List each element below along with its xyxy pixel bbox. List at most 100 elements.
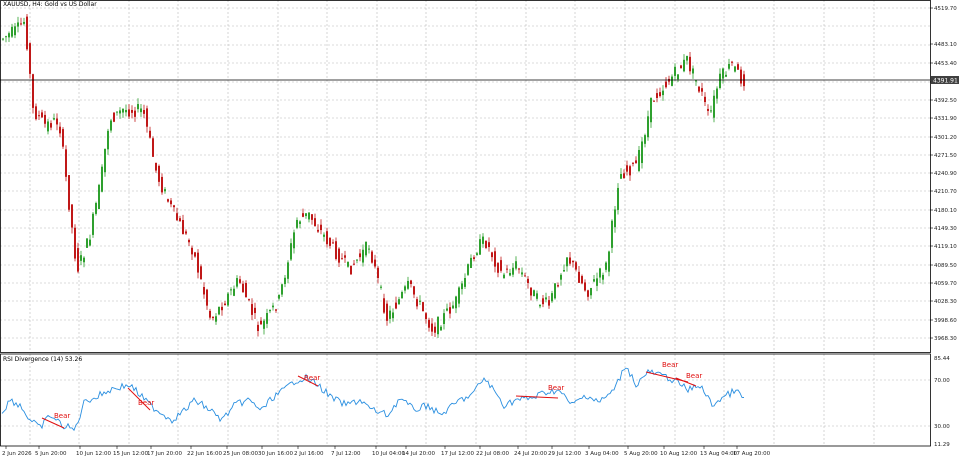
candle-body (581, 276, 583, 284)
candle-body (584, 282, 586, 291)
rsi-axis-label: 85.44 (934, 356, 950, 362)
candle-body (305, 213, 307, 217)
candle-body (470, 257, 472, 269)
candle-body (56, 118, 58, 125)
candle-body (113, 112, 115, 122)
candle-body (467, 264, 469, 275)
candle-body (701, 88, 703, 92)
candle-body (185, 231, 187, 234)
candle-body (122, 108, 124, 113)
candle-body (362, 249, 364, 263)
candle-body (140, 108, 142, 113)
time-axis-label: 10 Aug 12:00 (660, 451, 698, 457)
candle-body (230, 289, 232, 291)
candle-body (227, 293, 229, 306)
price-axis-label: 4089.50 (934, 263, 957, 269)
candle-body (542, 298, 544, 305)
candle-body (740, 69, 742, 84)
chart-title: XAUUSD, H4: Gold vs US Dollar (3, 1, 97, 8)
candle-body (200, 266, 202, 280)
price-axis-label: 4240.90 (934, 171, 957, 177)
candle-body (83, 257, 85, 263)
candle-body (539, 304, 541, 307)
candle-body (314, 218, 316, 227)
candle-body (170, 200, 172, 205)
candle-body (338, 248, 340, 263)
candle-body (224, 303, 226, 306)
time-axis-label: 29 Jul 12:00 (548, 451, 581, 457)
candle-body (68, 175, 70, 210)
candle-body (293, 232, 295, 249)
price-axis-label: 4453.40 (934, 61, 957, 67)
candle-body (80, 255, 82, 261)
divergence-bear-label: Bear (54, 412, 70, 420)
time-axis-label: 22 Jul 08:00 (476, 451, 509, 457)
candle-body (734, 66, 736, 72)
candle-body (344, 255, 346, 258)
candle-body (245, 283, 247, 298)
candle-body (350, 265, 352, 275)
candle-body (554, 283, 556, 299)
candle-body (623, 173, 625, 179)
candle-body (593, 279, 595, 282)
time-axis-label: 5 Aug 20:00 (624, 451, 658, 457)
price-axis-label: 4301.20 (934, 135, 957, 141)
rsi-axis-label: 70.00 (934, 378, 950, 384)
candle-body (578, 271, 580, 283)
candle-body (323, 234, 325, 237)
candle-body (167, 199, 169, 202)
candle-body (518, 268, 520, 270)
candle-body (368, 248, 370, 250)
candle-body (329, 237, 331, 246)
candle-body (191, 247, 193, 255)
candle-body (494, 251, 496, 267)
candle-body (203, 286, 205, 295)
candle-body (527, 278, 529, 283)
candle-body (335, 241, 337, 259)
candle-body (35, 106, 37, 120)
candle-body (509, 272, 511, 276)
candle-body (59, 126, 61, 134)
price-axis-label: 3998.60 (934, 318, 957, 324)
price-axis-label: 4028.30 (934, 299, 957, 305)
time-axis-label: 17 Aug 20:00 (733, 451, 771, 457)
candle-body (146, 108, 148, 127)
candle-body (461, 283, 463, 290)
divergence-bear-label: Bear (138, 399, 154, 407)
candle-body (260, 320, 262, 325)
time-axis-label: 2 Jun 2026 (2, 451, 32, 457)
candle-body (638, 149, 640, 171)
chart-window[interactable]: 4519.704483.104453.404422.104392.504331.… (0, 0, 960, 459)
price-chart[interactable]: 4519.704483.104453.404422.104392.504331.… (0, 0, 960, 459)
candle-body (647, 116, 649, 138)
candle-body (101, 166, 103, 192)
candle-body (563, 270, 565, 272)
candle-body (308, 212, 310, 220)
candle-body (512, 267, 514, 275)
time-axis-label: 2 Jul 16:00 (294, 451, 324, 457)
time-axis-label: 5 Jun 20:00 (35, 451, 67, 457)
candle-body (401, 292, 403, 299)
candle-body (29, 43, 31, 74)
candle-body (296, 219, 298, 228)
candle-body (599, 268, 601, 278)
candle-body (590, 288, 592, 296)
candle-body (587, 290, 589, 297)
candle-body (398, 299, 400, 305)
candle-body (116, 111, 118, 113)
candle-body (11, 26, 13, 37)
candle-body (662, 90, 664, 96)
candle-body (218, 306, 220, 315)
candle-body (710, 110, 712, 112)
candle-body (353, 263, 355, 265)
candle-body (722, 68, 724, 79)
candle-body (131, 109, 133, 113)
time-axis-label: 10 Jul 04:00 (372, 451, 405, 457)
candle-body (641, 141, 643, 164)
candle-body (506, 268, 508, 270)
candle-body (383, 298, 385, 313)
candle-body (485, 241, 487, 248)
candle-body (281, 284, 283, 295)
candle-body (521, 272, 523, 275)
candle-body (437, 316, 439, 335)
